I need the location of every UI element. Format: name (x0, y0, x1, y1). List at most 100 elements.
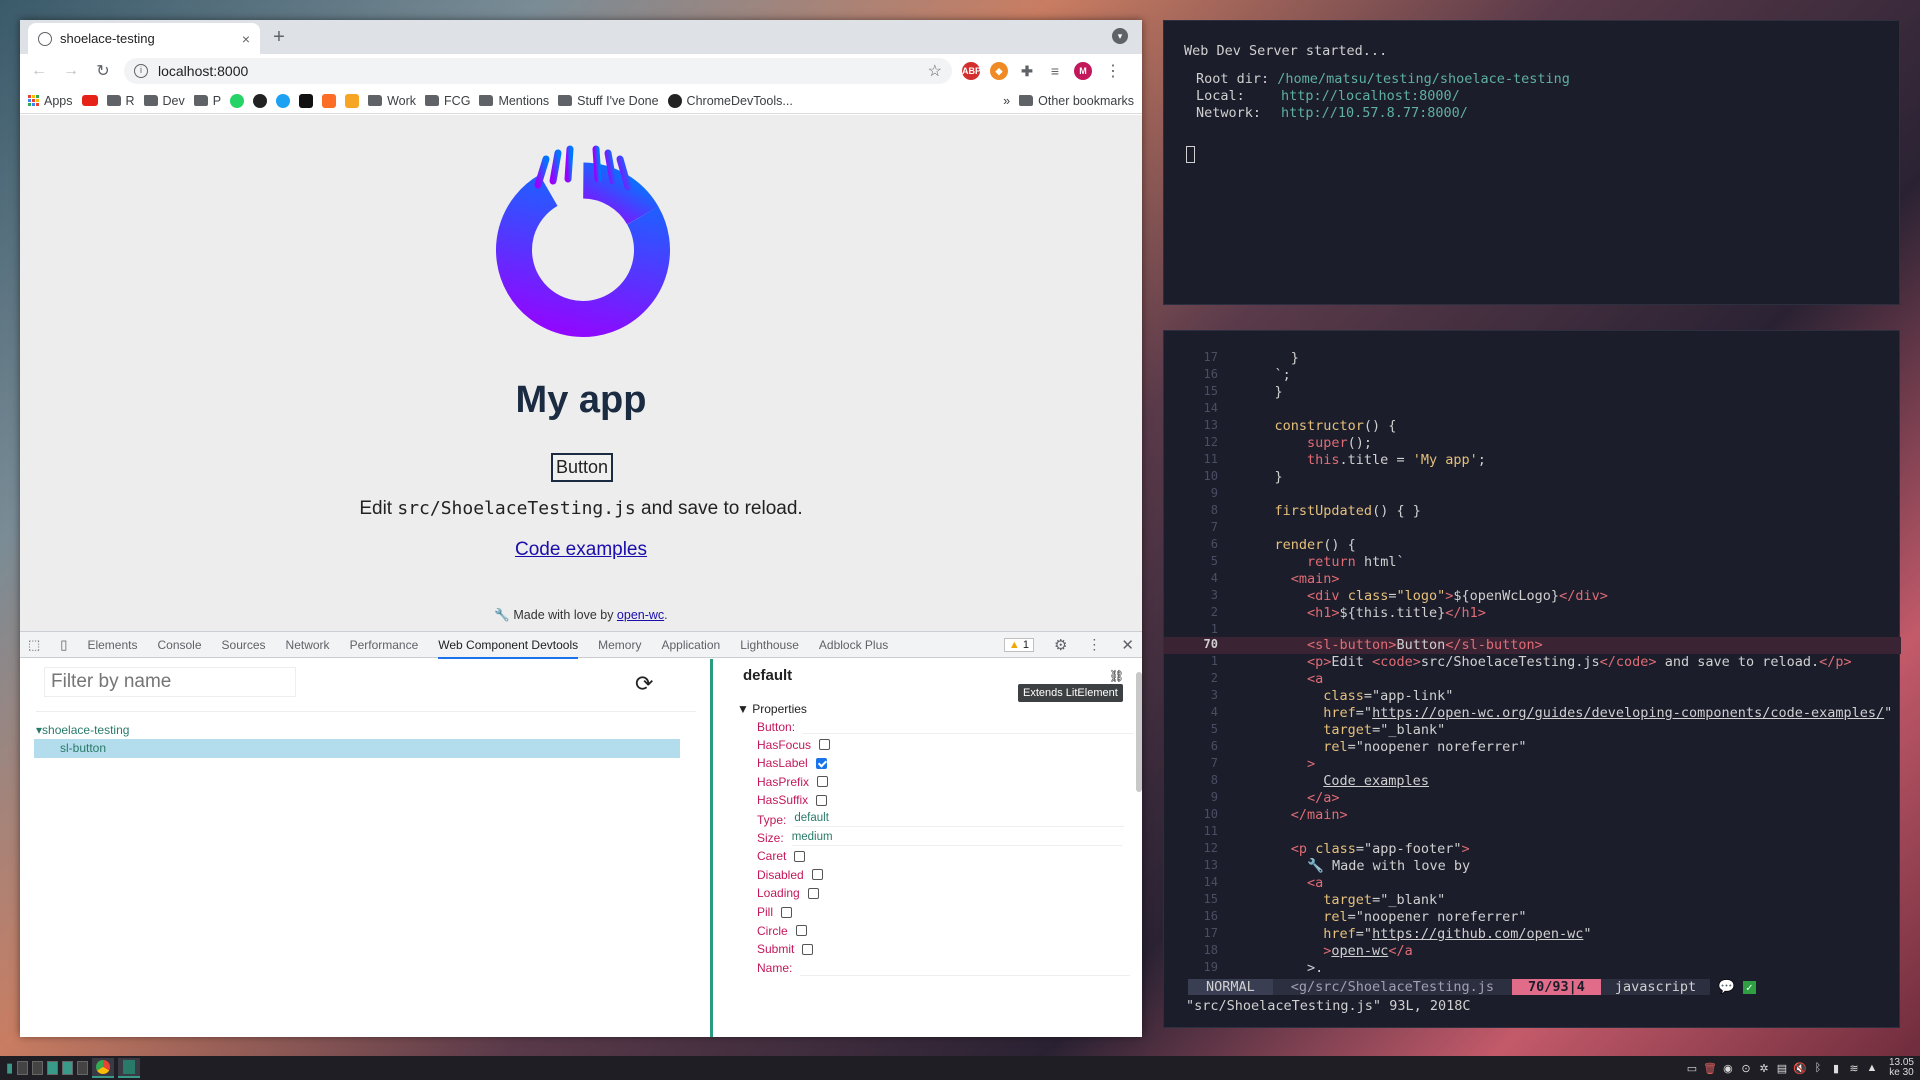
property-checkbox[interactable] (781, 906, 793, 918)
clipboard-icon[interactable]: ▤ (1775, 1061, 1789, 1075)
network-tray-icon[interactable]: ⊙ (1739, 1061, 1753, 1075)
menu-icon[interactable]: ⋮ (1102, 61, 1124, 81)
new-tab-button[interactable]: + (266, 25, 292, 51)
github-icon[interactable] (253, 93, 268, 108)
close-devtools-icon[interactable]: ✕ (1121, 636, 1134, 654)
property-checkbox[interactable] (811, 869, 823, 881)
youtube-icon[interactable] (81, 95, 98, 106)
other-bookmarks[interactable]: Other bookmarks (1019, 94, 1134, 108)
workspace-3[interactable] (47, 1061, 59, 1075)
property-checkbox[interactable] (794, 850, 806, 862)
terminal-taskbar-icon[interactable] (118, 1058, 141, 1078)
tree-node-selected[interactable]: sl-button (34, 739, 680, 758)
local-label: Local: (1196, 88, 1245, 104)
bookmark-mentions[interactable]: Mentions (479, 94, 549, 108)
start-icon[interactable]: ▮ (6, 1060, 13, 1076)
chrome-taskbar-icon[interactable] (92, 1058, 115, 1078)
chrome-tray-icon[interactable]: ◉ (1721, 1061, 1735, 1075)
property-checkbox[interactable] (817, 776, 829, 788)
tab-memory[interactable]: Memory (598, 638, 641, 652)
package-icon[interactable] (345, 93, 360, 108)
warnings-badge[interactable]: ▲ 1 (1003, 637, 1034, 652)
tab-console[interactable]: Console (157, 638, 201, 652)
property-input[interactable]: medium (791, 831, 1122, 846)
component-tree-pane: ⟳ ▾shoelace-testing sl-button (20, 659, 710, 1037)
settings-gear-icon[interactable]: ⚙ (1054, 636, 1067, 654)
property-row: Size: medium (757, 831, 1122, 846)
star-icon[interactable]: ☆ (928, 61, 942, 81)
property-checkbox[interactable] (795, 925, 807, 937)
bookmark-fcg[interactable]: FCG (425, 94, 470, 108)
bookmark-chromedevtools[interactable]: ChromeDevTools... (667, 93, 793, 108)
more-bookmarks-icon[interactable]: » (1003, 94, 1010, 108)
inspect-icon[interactable]: ⬚ (28, 637, 40, 653)
property-checkbox[interactable] (819, 739, 831, 751)
clock[interactable]: 13.05 ke 30 (1889, 1058, 1914, 1078)
tab-lighthouse[interactable]: Lighthouse (740, 638, 799, 652)
properties-header[interactable]: ▼ Properties (737, 702, 807, 716)
property-checkbox[interactable] (815, 757, 827, 769)
forward-icon[interactable]: → (60, 62, 82, 80)
network-value: http://10.57.8.77:8000/ (1281, 105, 1468, 121)
code-examples-link[interactable]: Code examples (20, 539, 1142, 561)
info-icon[interactable]: i (134, 64, 148, 78)
bluetooth-icon[interactable]: ᛒ (1811, 1061, 1825, 1075)
media-icon[interactable]: ≡ (1046, 62, 1064, 80)
filter-input[interactable] (44, 667, 296, 697)
close-tab-icon[interactable]: × (242, 31, 250, 47)
workspace-4[interactable] (62, 1061, 74, 1075)
bookmark-apps[interactable]: Apps (28, 94, 73, 108)
workspace-1[interactable] (17, 1061, 29, 1075)
twitter-icon[interactable] (276, 93, 291, 108)
wifi-icon[interactable]: ≋ (1847, 1061, 1861, 1075)
trash-icon[interactable]: 🗑 (1703, 1061, 1717, 1075)
tree-node-root[interactable]: ▾shoelace-testing (36, 723, 129, 737)
tab-network[interactable]: Network (286, 638, 330, 652)
property-input[interactable] (803, 719, 1134, 734)
property-input[interactable]: default (794, 812, 1125, 827)
tab-sources[interactable]: Sources (222, 638, 266, 652)
tab-elements[interactable]: Elements (87, 638, 137, 652)
desktop-icon[interactable]: ▭ (1685, 1061, 1699, 1075)
property-input[interactable] (800, 961, 1131, 976)
hierarchy-icon[interactable]: ⛓ (1109, 669, 1124, 683)
tray-expand-icon[interactable]: ▲ (1865, 1061, 1879, 1075)
gitlab-icon[interactable] (322, 93, 337, 108)
tab-web-component-devtools[interactable]: Web Component Devtools (438, 638, 579, 659)
extensions-icon[interactable]: ✚ (1018, 62, 1036, 80)
line-number: 14 (1203, 875, 1218, 889)
sl-button[interactable]: Button (551, 453, 613, 482)
devto-icon[interactable] (299, 93, 314, 108)
property-checkbox[interactable] (807, 887, 819, 899)
scrollbar[interactable] (1136, 672, 1142, 792)
settings-tray-icon[interactable]: ✲ (1757, 1061, 1771, 1075)
devtools-menu-icon[interactable]: ⋮ (1087, 636, 1101, 653)
workspace-2[interactable] (32, 1061, 44, 1075)
workspace-5[interactable] (77, 1061, 89, 1075)
avatar[interactable]: M (1074, 62, 1092, 80)
tab-application[interactable]: Application (661, 638, 720, 652)
property-checkbox[interactable] (802, 943, 814, 955)
reload-icon[interactable]: ↻ (92, 61, 114, 81)
whatsapp-icon[interactable] (230, 93, 245, 108)
open-wc-link[interactable]: open-wc (617, 608, 664, 622)
metamask-icon[interactable]: ◆ (990, 62, 1008, 80)
property-checkbox[interactable] (816, 794, 828, 806)
address-bar[interactable]: i localhost:8000 ☆ (124, 58, 952, 84)
line-number: 12 (1203, 435, 1218, 449)
bookmark-dev[interactable]: Dev (143, 94, 185, 108)
adblock-icon[interactable]: ABP (962, 62, 981, 80)
bookmark-p[interactable]: P (193, 94, 221, 108)
battery-icon[interactable]: ▮ (1829, 1061, 1843, 1075)
refresh-icon[interactable]: ⟳ (635, 671, 653, 697)
tab-search-icon[interactable]: ▾ (1112, 28, 1128, 44)
bookmark-stuff[interactable]: Stuff I've Done (558, 94, 659, 108)
volume-icon[interactable]: 🔇 (1793, 1061, 1807, 1075)
bookmark-r[interactable]: R (106, 94, 135, 108)
back-icon[interactable]: ← (28, 62, 50, 80)
tab-adblock-plus[interactable]: Adblock Plus (819, 638, 888, 652)
bookmark-work[interactable]: Work (368, 94, 416, 108)
device-toolbar-icon[interactable]: ▯ (60, 637, 67, 653)
tab-performance[interactable]: Performance (350, 638, 419, 652)
browser-tab[interactable]: shoelace-testing × (28, 23, 260, 54)
